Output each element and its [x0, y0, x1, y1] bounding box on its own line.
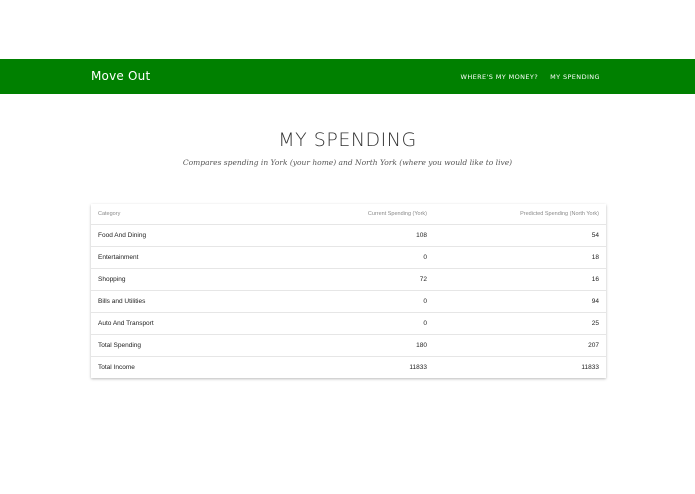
cell-predicted: 207 [434, 334, 606, 357]
cell-category: Food And Dining [91, 224, 305, 247]
cell-predicted: 94 [434, 290, 606, 313]
spending-table-card: Category Current Spending (York) Predict… [91, 204, 606, 378]
spending-table: Category Current Spending (York) Predict… [91, 204, 606, 378]
cell-predicted: 18 [434, 246, 606, 269]
cell-category: Total Income [98, 364, 135, 371]
cell-predicted: 25 [434, 312, 606, 335]
cell-category: Entertainment [91, 246, 305, 269]
table-row-total-spending: Total Spending 180 207 [91, 334, 606, 357]
cell-category: Total Spending [91, 334, 305, 357]
nav-link-wheres-my-money[interactable]: WHERE'S MY MONEY? [461, 73, 539, 81]
table-row: Bills and Utilities 0 94 [91, 290, 606, 313]
header-predicted-spending: Predicted Spending (North York) [434, 204, 606, 225]
table-row-total-income: Total Income 11833 11833 [91, 357, 606, 379]
table-row: Entertainment 0 18 [91, 246, 606, 269]
header-current-spending: Current Spending (York) [305, 204, 434, 225]
cell-current: 0 [305, 312, 434, 335]
table-row: Food And Dining 108 54 [91, 224, 606, 247]
cell-current: 0 [305, 246, 434, 269]
nav-link-my-spending[interactable]: MY SPENDING [550, 73, 600, 81]
cell-current: 72 [305, 268, 434, 291]
cell-category: Bills and Utilities [91, 290, 305, 313]
cell-current: 108 [305, 224, 434, 247]
page-title: MY SPENDING [278, 129, 417, 151]
table-row: Auto And Transport 0 25 [91, 312, 606, 335]
table-header-row: Category Current Spending (York) Predict… [91, 204, 606, 225]
cell-predicted: 54 [434, 224, 606, 247]
brand-logo[interactable]: Move Out [91, 59, 150, 94]
cell-predicted: 11833 [581, 364, 599, 371]
cell-current: 0 [305, 290, 434, 313]
cell-category: Auto And Transport [91, 312, 305, 335]
navbar: Move Out WHERE'S MY MONEY? MY SPENDING [0, 59, 695, 94]
page-subtitle: Compares spending in York (your home) an… [182, 158, 513, 167]
cell-current: 11833 [409, 364, 427, 371]
cell-predicted: 16 [434, 268, 606, 291]
table-row: Shopping 72 16 [91, 268, 606, 291]
header-category: Category [91, 204, 305, 225]
cell-category: Shopping [91, 268, 305, 291]
cell-current: 180 [305, 334, 434, 357]
nav-links: WHERE'S MY MONEY? MY SPENDING [449, 59, 600, 94]
